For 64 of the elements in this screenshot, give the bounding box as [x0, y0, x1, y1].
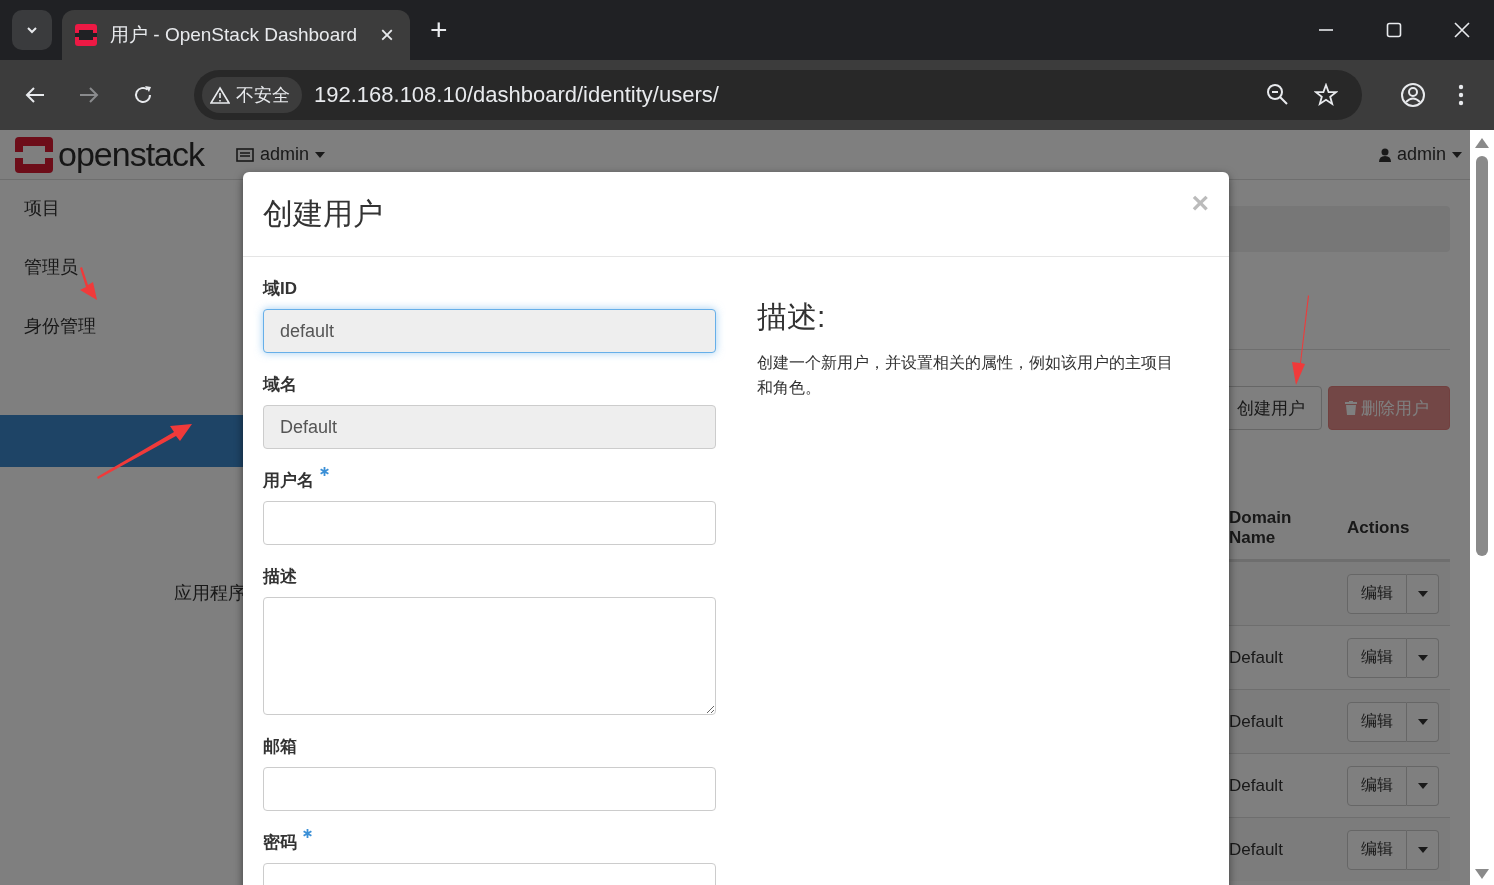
field-label: 描述: [263, 566, 297, 588]
annotation-arrow: [80, 267, 97, 300]
browser-tab[interactable]: 用户 - OpenStack Dashboard ×: [62, 10, 410, 60]
input-field[interactable]: Default: [263, 405, 716, 449]
help-text: 创建一个新用户，并设置相关的属性，例如该用户的主项目和角色。: [757, 353, 1174, 398]
list-icon: [236, 147, 254, 162]
input-field[interactable]: default: [263, 309, 716, 353]
tab-list-button[interactable]: [12, 10, 52, 50]
dropdown-toggle[interactable]: [1407, 573, 1439, 614]
more-icon[interactable]: [1458, 83, 1464, 107]
zoom-out-icon[interactable]: [1266, 83, 1290, 107]
sidebar-item[interactable]: 身份管理: [0, 298, 243, 355]
table-cell-text: Default: [1229, 775, 1284, 796]
modal-title: 创建用户: [263, 195, 383, 232]
input-field[interactable]: [263, 501, 716, 545]
dropdown-toggle[interactable]: [1407, 829, 1439, 870]
sidebar-item[interactable]: 管理员: [0, 239, 243, 296]
caret-icon: [1417, 590, 1428, 597]
field-label: 邮箱: [263, 736, 297, 758]
caret-icon: [1417, 846, 1428, 853]
maximize-icon[interactable]: [1386, 22, 1402, 38]
input-field[interactable]: [263, 767, 716, 811]
new-tab-button[interactable]: +: [430, 13, 448, 47]
dropdown-toggle[interactable]: [1407, 701, 1439, 742]
star-icon[interactable]: [1314, 83, 1338, 107]
column-header: Actions: [1347, 517, 1411, 538]
security-chip[interactable]: 不安全: [202, 77, 302, 113]
user-menu[interactable]: admin: [1378, 144, 1462, 165]
address-bar[interactable]: 不安全 192.168.108.10/dashboard/identity/users/: [194, 70, 1362, 120]
project-menu[interactable]: admin: [236, 144, 326, 165]
column-header: Domain Name: [1229, 507, 1293, 548]
warning-icon: [210, 86, 230, 104]
table-cell-text: Default: [1229, 839, 1284, 860]
help-title: 描述:: [757, 299, 827, 335]
edit-button[interactable]: 编辑: [1347, 829, 1407, 870]
url-text: 192.168.108.10/dashboard/identity/users/: [314, 82, 719, 108]
tab-close-button[interactable]: ×: [380, 21, 394, 49]
tab-title: 用户 - OpenStack Dashboard: [110, 23, 359, 47]
caret-icon: [1417, 654, 1428, 661]
caret-icon: [315, 151, 326, 158]
caret-icon: [1452, 151, 1462, 158]
edit-button[interactable]: 编辑: [1347, 573, 1407, 614]
logo-text: openstack: [58, 135, 204, 174]
sidebar-item[interactable]: 项目: [0, 180, 243, 237]
edit-button[interactable]: 编辑: [1347, 765, 1407, 806]
edit-button[interactable]: 编辑: [1347, 701, 1407, 742]
dropdown-toggle[interactable]: [1407, 637, 1439, 678]
close-icon[interactable]: [1454, 22, 1470, 38]
table-cell-text: Default: [1229, 647, 1284, 668]
table-cell-text: Default: [1229, 711, 1284, 732]
field-label: 域ID: [263, 278, 297, 300]
profile-icon[interactable]: [1400, 82, 1426, 108]
caret-icon: [1417, 782, 1428, 789]
caret-icon: [1417, 718, 1428, 725]
field-label: 密码: [263, 831, 312, 854]
edit-button[interactable]: 编辑: [1347, 637, 1407, 678]
openstack-logo-icon: [74, 23, 98, 47]
user-icon: [1378, 147, 1391, 162]
active-sidebar-item[interactable]: [0, 415, 243, 467]
reload-icon[interactable]: [132, 84, 154, 106]
field-label: 域名: [263, 374, 297, 396]
dropdown-toggle[interactable]: [1407, 765, 1439, 806]
openstack-logo-icon: [15, 136, 53, 173]
field-label: 用户名: [263, 469, 329, 492]
